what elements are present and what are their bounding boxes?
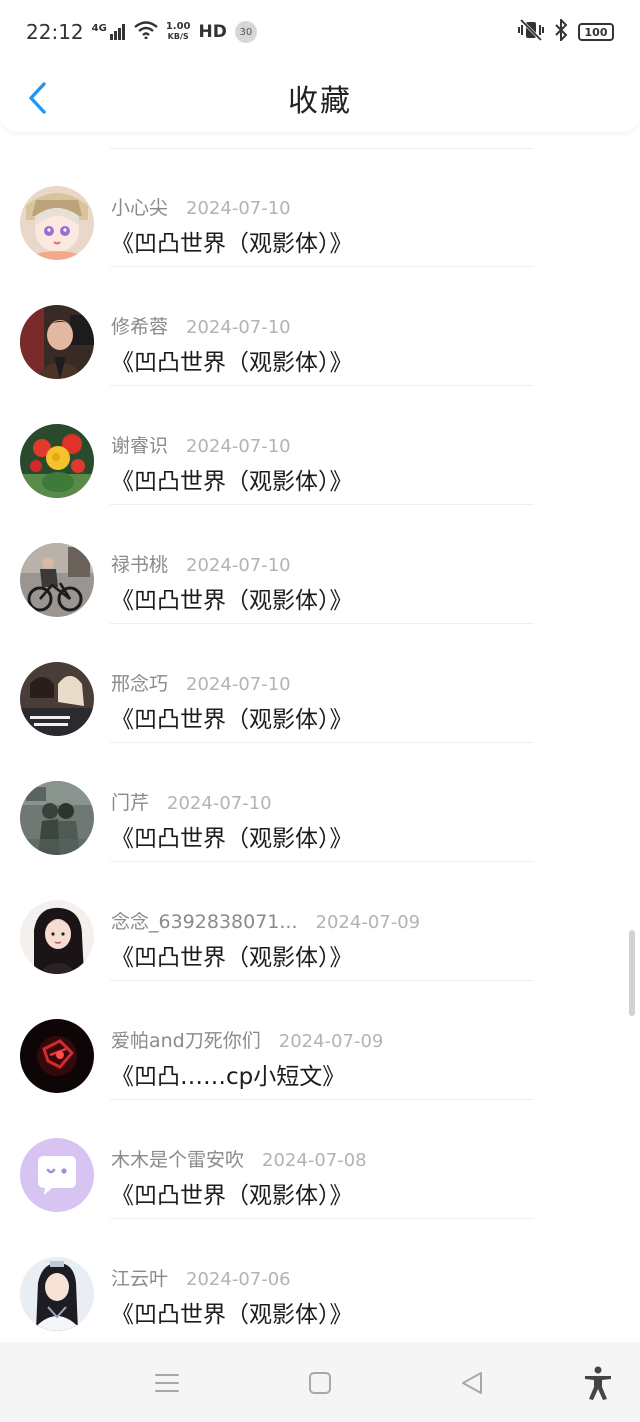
avatar xyxy=(20,1257,94,1331)
avatar xyxy=(20,1019,94,1093)
hd-indicator: HD xyxy=(198,22,227,42)
author-name: 念念_6392838071... xyxy=(111,911,298,933)
avatar xyxy=(20,424,94,498)
author-name: 小心尖 xyxy=(111,197,169,219)
page-title: 收藏 xyxy=(288,84,352,119)
back-nav-button[interactable] xyxy=(454,1366,490,1400)
avatar xyxy=(20,543,94,617)
item-date: 2024-07-09 xyxy=(278,1031,384,1052)
favorite-item[interactable]: 邢念巧 2024-07-10 《凹凸世界（观影体）》 xyxy=(0,624,640,743)
item-date: 2024-07-09 xyxy=(315,912,421,933)
item-date: 2024-07-10 xyxy=(186,555,291,576)
item-title: 《凹凸世界（观影体）》 xyxy=(111,1183,353,1209)
avatar xyxy=(20,662,94,736)
item-title: 《凹凸世界（观影体）》 xyxy=(111,707,353,733)
item-title: 《凹凸世界（观影体）》 xyxy=(111,469,353,495)
status-bar-left: 22:12 4G 1.00 KB/S HD 30 xyxy=(26,20,518,44)
network-type: 4G xyxy=(91,23,107,34)
item-title: 《凹凸世界（观影体）》 xyxy=(111,945,353,971)
bluetooth-icon xyxy=(554,17,568,45)
favorites-list[interactable]: 小心尖 2024-07-10 《凹凸世界（观影体）》 修希蓉 2024-07-1… xyxy=(0,132,640,1342)
author-name: 江云叶 xyxy=(111,1268,169,1290)
avatar xyxy=(20,781,94,855)
accessibility-icon xyxy=(585,1366,611,1400)
item-meta: 门芹 2024-07-10 xyxy=(111,788,272,815)
item-title: 《凹凸世界（观影体）》 xyxy=(111,1302,353,1328)
item-meta: 邢念巧 2024-07-10 xyxy=(111,669,291,696)
item-meta: 修希蓉 2024-07-10 xyxy=(111,312,291,339)
item-date: 2024-07-10 xyxy=(186,317,291,338)
menu-button[interactable] xyxy=(149,1366,185,1400)
favorite-item[interactable]: 小心尖 2024-07-10 《凹凸世界（观影体）》 xyxy=(0,148,640,267)
avatar xyxy=(20,1138,94,1212)
favorite-item[interactable]: 念念_6392838071... 2024-07-09 《凹凸世界（观影体）》 xyxy=(0,862,640,981)
item-title: 《凹凸世界（观影体）》 xyxy=(111,588,353,614)
author-name: 修希蓉 xyxy=(111,316,169,338)
favorite-item[interactable]: 修希蓉 2024-07-10 《凹凸世界（观影体）》 xyxy=(0,267,640,386)
item-title: 《凹凸……cp小短文》 xyxy=(111,1064,346,1090)
home-square-icon xyxy=(309,1372,331,1394)
author-name: 木木是个雷安吹 xyxy=(111,1149,245,1171)
item-date: 2024-07-10 xyxy=(186,198,291,219)
chat-bubble-icon xyxy=(20,1138,94,1212)
item-date: 2024-07-10 xyxy=(186,674,291,695)
home-button[interactable] xyxy=(302,1366,338,1400)
item-title: 《凹凸世界（观影体）》 xyxy=(111,350,353,376)
battery-icon: 100 xyxy=(578,23,614,41)
avatar xyxy=(20,900,94,974)
vibrate-off-icon xyxy=(518,18,544,45)
favorite-item[interactable]: 谢睿识 2024-07-10 《凹凸世界（观影体）》 xyxy=(0,386,640,505)
favorite-item[interactable]: 木木是个雷安吹 2024-07-08 《凹凸世界（观影体）》 xyxy=(0,1100,640,1219)
status-bar-right: 100 xyxy=(518,17,614,45)
author-name: 门芹 xyxy=(111,792,150,814)
signal-icon: 4G xyxy=(92,24,126,40)
menu-icon xyxy=(155,1374,179,1392)
status-bar: 22:12 4G 1.00 KB/S HD 30 100 xyxy=(0,0,640,64)
item-meta: 木木是个雷安吹 2024-07-08 xyxy=(111,1145,367,1172)
item-title: 《凹凸世界（观影体）》 xyxy=(111,231,353,257)
item-meta: 爱帕and刀死你们 2024-07-09 xyxy=(111,1026,383,1053)
item-meta: 谢睿识 2024-07-10 xyxy=(111,431,291,458)
back-triangle-icon xyxy=(462,1372,482,1394)
item-date: 2024-07-10 xyxy=(186,436,291,457)
item-meta: 江云叶 2024-07-06 xyxy=(111,1264,291,1291)
favorite-item[interactable]: 门芹 2024-07-10 《凹凸世界（观影体）》 xyxy=(0,743,640,862)
item-date: 2024-07-06 xyxy=(186,1269,291,1290)
author-name: 邢念巧 xyxy=(111,673,169,695)
item-meta: 禄书桃 2024-07-10 xyxy=(111,550,291,577)
notification-badge: 30 xyxy=(234,21,257,43)
scrollbar[interactable] xyxy=(629,930,635,1016)
item-date: 2024-07-08 xyxy=(262,1150,367,1171)
item-title: 《凹凸世界（观影体）》 xyxy=(111,826,353,852)
avatar xyxy=(20,305,94,379)
item-meta: 念念_6392838071... 2024-07-09 xyxy=(111,907,420,934)
item-date: 2024-07-10 xyxy=(167,793,272,814)
page-header: 收藏 xyxy=(0,64,640,132)
author-name: 禄书桃 xyxy=(111,554,169,576)
avatar xyxy=(20,186,94,260)
wifi-icon xyxy=(134,21,158,43)
favorite-item[interactable]: 禄书桃 2024-07-10 《凹凸世界（观影体）》 xyxy=(0,505,640,624)
network-speed: 1.00 KB/S xyxy=(165,21,191,42)
chevron-left-icon xyxy=(29,82,46,114)
author-name: 谢睿识 xyxy=(111,435,169,457)
favorite-item[interactable]: 江云叶 2024-07-06 《凹凸世界（观影体）》 xyxy=(0,1219,640,1338)
accessibility-button[interactable] xyxy=(580,1366,616,1400)
system-nav-bar xyxy=(0,1342,640,1422)
favorite-item[interactable]: 爱帕and刀死你们 2024-07-09 《凹凸……cp小短文》 xyxy=(0,981,640,1100)
item-meta: 小心尖 2024-07-10 xyxy=(111,193,291,220)
back-button[interactable] xyxy=(18,76,58,120)
clock: 22:12 xyxy=(26,20,84,44)
author-name: 爱帕and刀死你们 xyxy=(111,1030,261,1052)
